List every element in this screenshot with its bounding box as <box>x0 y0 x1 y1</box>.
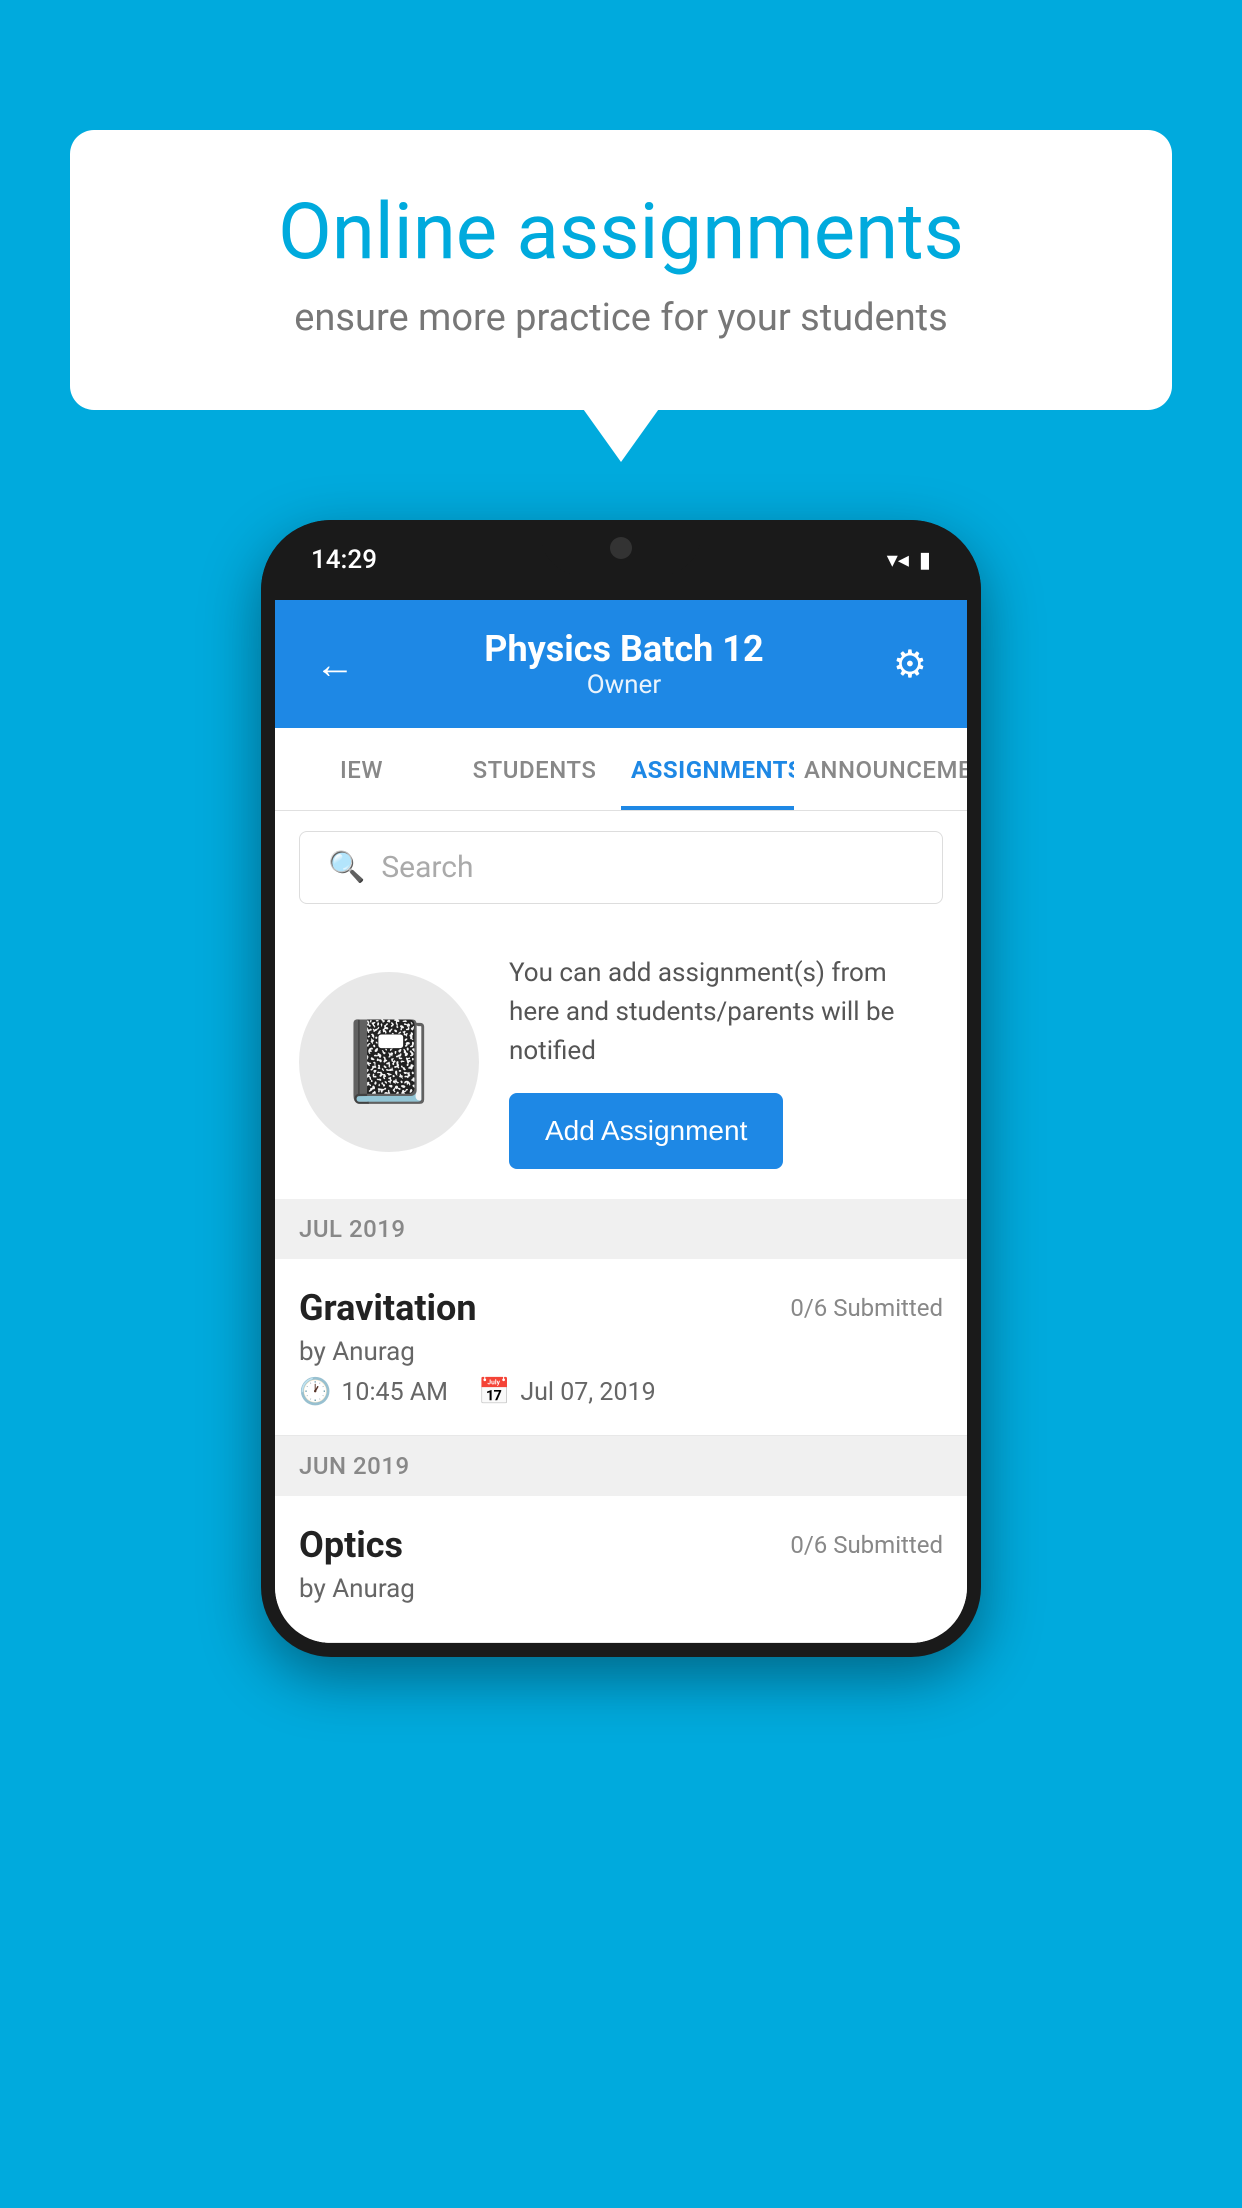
notebook-icon-container: 📓 <box>299 972 479 1152</box>
assignment-name: Gravitation <box>299 1287 477 1329</box>
assignment-by-optics: by Anurag <box>299 1574 943 1604</box>
assignment-submitted: 0/6 Submitted <box>790 1294 943 1322</box>
assignment-name-optics: Optics <box>299 1524 403 1566</box>
header-title: Physics Batch 12 <box>484 628 763 670</box>
section-header-jun: JUN 2019 <box>275 1436 967 1496</box>
phone-screen: ← Physics Batch 12 Owner ⚙ IEW STUDENTS … <box>275 600 967 1643</box>
info-section: 📓 You can add assignment(s) from here an… <box>275 924 967 1199</box>
assignment-item-gravitation[interactable]: Gravitation 0/6 Submitted by Anurag 🕐 10… <box>275 1259 967 1436</box>
header-subtitle: Owner <box>484 670 763 700</box>
tab-iew[interactable]: IEW <box>275 728 448 810</box>
assignment-submitted-optics: 0/6 Submitted <box>790 1531 943 1559</box>
wifi-icon: ▾◂ <box>887 548 909 573</box>
info-text-area: You can add assignment(s) from here and … <box>509 954 943 1169</box>
search-bar[interactable]: 🔍 Search <box>299 831 943 904</box>
phone-mockup: 14:29 ▾◂ ▮ ← Physics Batch 12 Owner ⚙ IE… <box>261 520 981 1657</box>
status-icons: ▾◂ ▮ <box>887 548 931 573</box>
section-header-jul: JUL 2019 <box>275 1199 967 1259</box>
assignment-date: 📅 Jul 07, 2019 <box>478 1377 656 1407</box>
tab-students[interactable]: STUDENTS <box>448 728 621 810</box>
speech-bubble-container: Online assignments ensure more practice … <box>70 130 1172 410</box>
bubble-subtitle: ensure more practice for your students <box>150 296 1092 340</box>
tab-announcements[interactable]: ANNOUNCEME <box>794 728 967 810</box>
tabs-bar: IEW STUDENTS ASSIGNMENTS ANNOUNCEME <box>275 728 967 811</box>
search-container: 🔍 Search <box>275 811 967 924</box>
assignment-item-optics[interactable]: Optics 0/6 Submitted by Anurag <box>275 1496 967 1643</box>
status-bar: 14:29 ▾◂ ▮ <box>261 520 981 600</box>
assignment-by: by Anurag <box>299 1337 943 1367</box>
assignment-meta: 🕐 10:45 AM 📅 Jul 07, 2019 <box>299 1377 943 1407</box>
settings-icon[interactable]: ⚙ <box>893 642 927 687</box>
header-center: Physics Batch 12 Owner <box>484 628 763 700</box>
info-description: You can add assignment(s) from here and … <box>509 954 943 1071</box>
assignment-top-row: Gravitation 0/6 Submitted <box>299 1287 943 1329</box>
camera-dot <box>610 537 632 559</box>
speech-bubble: Online assignments ensure more practice … <box>70 130 1172 410</box>
assignment-time: 🕐 10:45 AM <box>299 1377 448 1407</box>
status-time: 14:29 <box>311 545 377 575</box>
search-input[interactable]: Search <box>381 850 473 885</box>
assignment-top-row-optics: Optics 0/6 Submitted <box>299 1524 943 1566</box>
battery-icon: ▮ <box>919 548 931 573</box>
search-icon: 🔍 <box>328 850 365 885</box>
app-header: ← Physics Batch 12 Owner ⚙ <box>275 600 967 728</box>
notch <box>541 520 701 575</box>
calendar-icon: 📅 <box>478 1377 510 1407</box>
back-button[interactable]: ← <box>315 641 355 688</box>
tab-assignments[interactable]: ASSIGNMENTS <box>621 728 794 810</box>
clock-icon: 🕐 <box>299 1377 331 1407</box>
add-assignment-button[interactable]: Add Assignment <box>509 1093 783 1169</box>
notebook-icon: 📓 <box>339 1015 439 1109</box>
bubble-title: Online assignments <box>150 190 1092 276</box>
